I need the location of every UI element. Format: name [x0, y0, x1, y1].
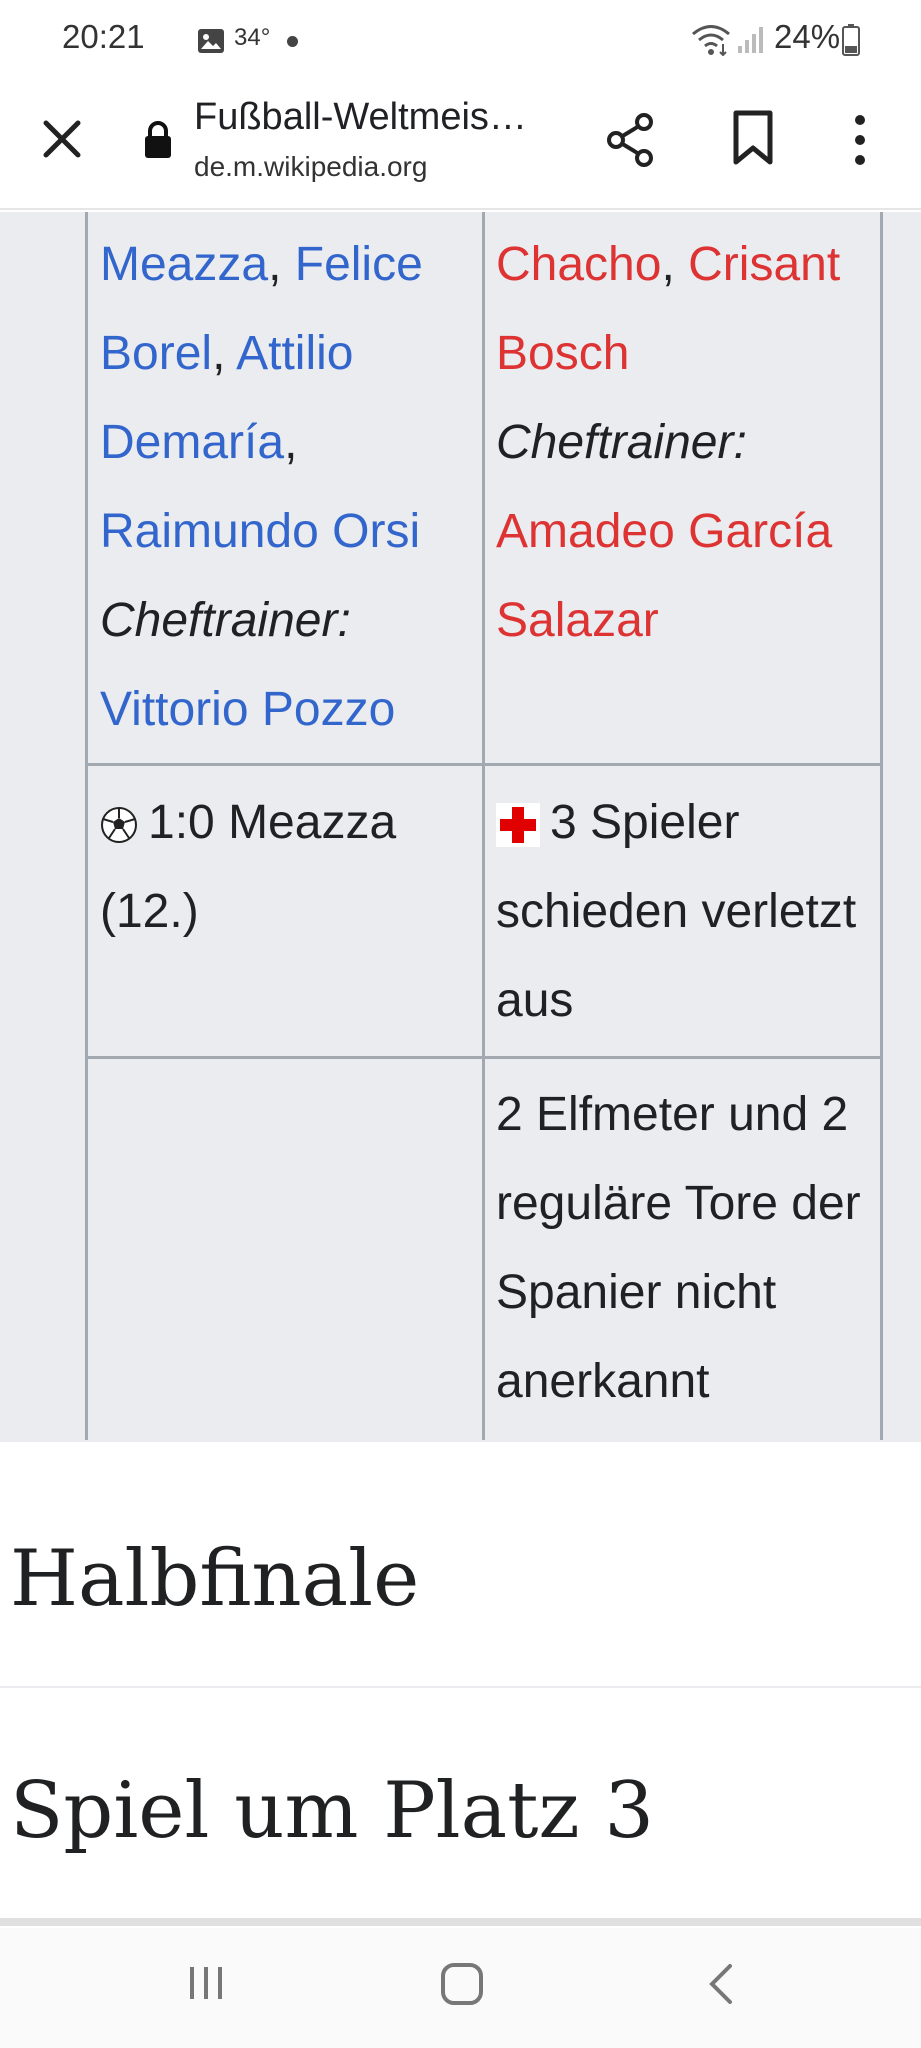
table-border — [85, 763, 883, 766]
recent-apps-icon[interactable] — [186, 1964, 226, 2002]
injury-event-text: 3 Spieler schieden verletzt aus — [496, 796, 857, 1027]
status-temperature: 34° — [234, 24, 271, 51]
table-border — [482, 212, 485, 1440]
battery-percentage: 24% — [774, 18, 841, 55]
goal-event-text: 1:0 Meazza (12.) — [100, 796, 397, 938]
notification-dot-icon — [287, 36, 298, 47]
back-icon[interactable] — [706, 1962, 736, 2006]
player-link[interactable]: Meazza — [100, 238, 268, 291]
wifi-icon — [692, 25, 730, 56]
page-url[interactable]: de.m.wikipedia.org — [194, 151, 427, 183]
section-divider — [0, 1918, 921, 1926]
home-icon[interactable] — [440, 1962, 484, 2006]
note-text: 2 Elfmeter und 2 reguläre Tore der Spani… — [496, 1088, 861, 1408]
section-divider — [0, 1686, 921, 1688]
player-link[interactable]: Chacho — [496, 238, 661, 291]
section-heading-spiel-um-platz-3[interactable]: Spiel um Platz 3 — [10, 1766, 654, 1856]
goal-event-cell: 1:0 Meazza (12.) — [100, 778, 470, 956]
status-time: 20:21 — [62, 18, 145, 55]
battery-icon — [842, 24, 860, 56]
coach-link[interactable]: Amadeo García Salazar — [496, 505, 832, 647]
table-border — [85, 1056, 883, 1059]
navigation-bar — [0, 1928, 921, 2048]
coach-link[interactable]: Vittorio Pozzo — [100, 683, 395, 736]
section-heading-halbfinale[interactable]: Halbfinale — [10, 1534, 419, 1624]
signal-icon — [738, 27, 763, 53]
soccer-ball-icon — [101, 807, 137, 844]
close-icon[interactable] — [38, 115, 86, 163]
more-options-icon[interactable] — [848, 113, 872, 167]
page-title[interactable]: Fußball-Weltmeis… — [194, 96, 527, 139]
table-border — [85, 212, 88, 1440]
match-table: Meazza, Felice Borel, Attilio Demaría, R… — [0, 212, 921, 1440]
bookmark-icon[interactable] — [730, 110, 776, 166]
injury-event-cell: 3 Spieler schieden verletzt aus — [496, 778, 876, 1045]
section-divider — [0, 1440, 921, 1442]
coach-label: Cheftrainer: — [496, 416, 747, 469]
lineup-spain-cell: Chacho, Crisant Bosch Cheftrainer: Amade… — [496, 238, 841, 647]
note-cell: 2 Elfmeter und 2 reguläre Tore der Spani… — [496, 1070, 880, 1426]
red-cross-icon — [496, 803, 540, 848]
player-link[interactable]: Raimundo Orsi — [100, 505, 420, 558]
gallery-icon — [198, 29, 224, 53]
coach-label: Cheftrainer: — [100, 594, 351, 647]
status-bar: 20:21 34° 24% — [0, 0, 921, 80]
table-border — [880, 212, 883, 1440]
lineup-italy-cell: Meazza, Felice Borel, Attilio Demaría, R… — [100, 238, 423, 736]
browser-toolbar: Fußball-Weltmeis… de.m.wikipedia.org — [0, 80, 921, 210]
share-icon[interactable] — [603, 111, 657, 169]
lock-icon — [145, 121, 171, 158]
